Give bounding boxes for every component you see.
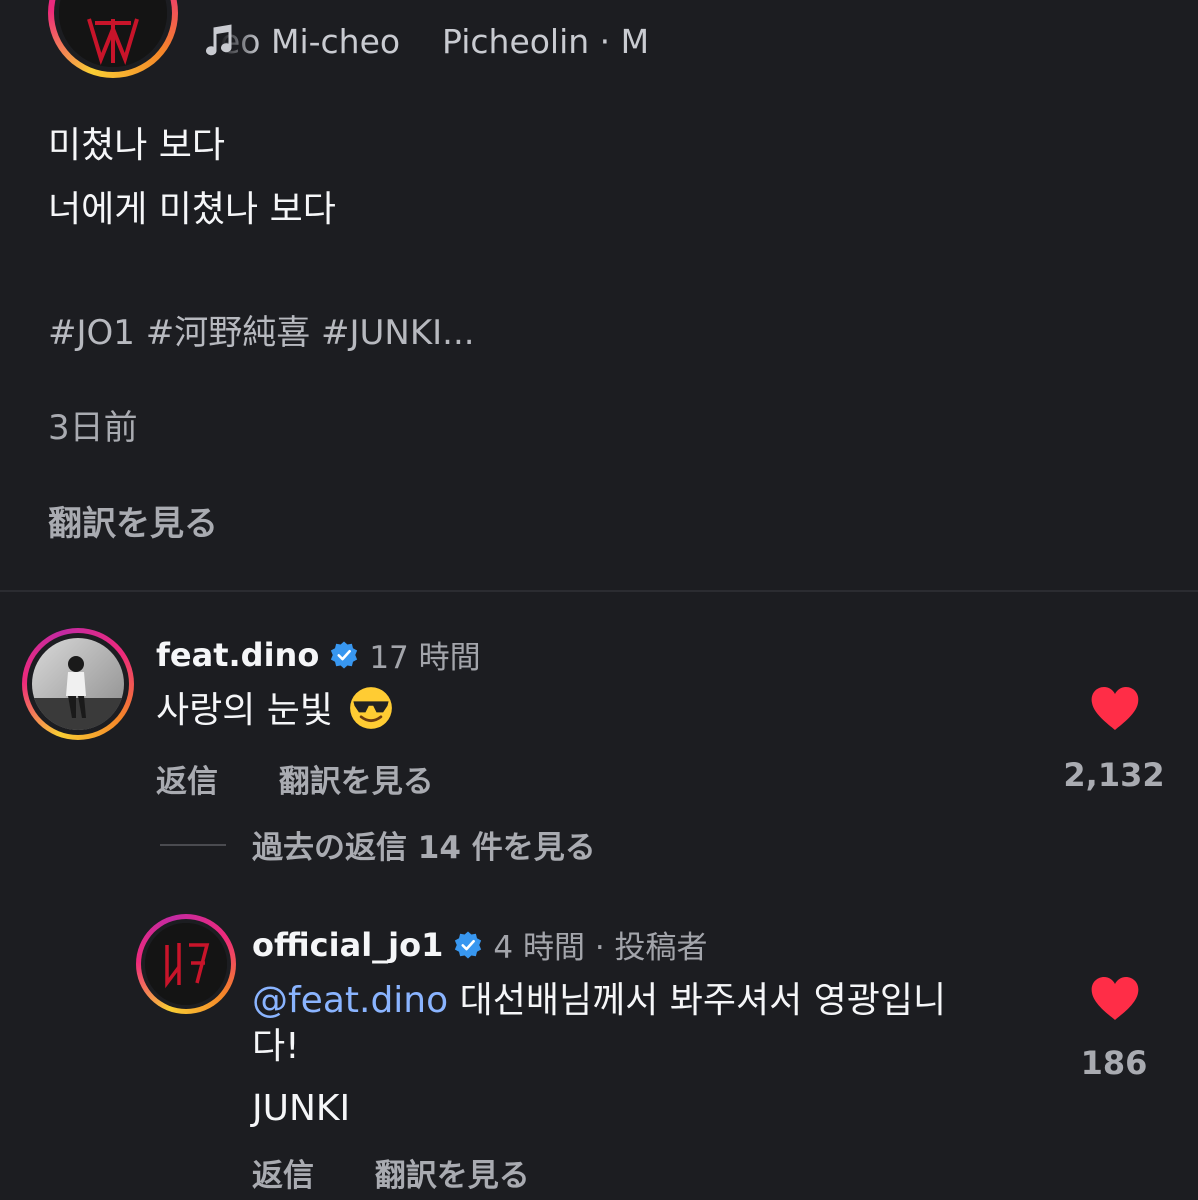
comment-text-row: 사랑의 눈빛 [156, 686, 393, 736]
reply-reply-button[interactable]: 返信 [252, 1150, 314, 1195]
caption-line-2: 너에게 미쳤나 보다 [48, 189, 336, 230]
reply-actions: 返信 翻訳を見る [252, 1150, 530, 1195]
reply-text-line-2: 다! [252, 1026, 300, 1067]
view-past-replies-button[interactable]: 過去の返信 14 件を見る [160, 822, 596, 867]
reply-text-1: 대선배님께서 봐주셔서 영광입니 [448, 980, 947, 1021]
person-photo-icon [32, 638, 124, 730]
music-track-label: eo Mi-cheo Picheolin · M [220, 21, 650, 61]
comment-actions: 返信 翻訳を見る [156, 756, 434, 801]
post-music-row[interactable]: eo Mi-cheo Picheolin · M [200, 16, 690, 66]
smiling-face-with-sunglasses-icon [349, 687, 392, 729]
jo1-logo-icon [145, 923, 227, 1005]
post-see-translation-button[interactable]: 翻訳を見る [48, 496, 218, 545]
comment-text: 사랑의 눈빛 [156, 690, 334, 731]
reply-username[interactable]: official_jo1 [252, 926, 443, 964]
post-hashtags[interactable]: #JO1 #河野純喜 #JUNKI... [48, 305, 475, 354]
reply-text-line-3: JUNKI [252, 1088, 351, 1129]
caption-line-1: 미쳤나 보다 [48, 125, 226, 166]
reply-avatar [145, 923, 227, 1005]
reply-author-row: official_jo1 4 時間 · 投稿者 [252, 922, 708, 967]
reply-see-translation-button[interactable]: 翻訳を見る [375, 1150, 530, 1195]
section-divider [0, 590, 1198, 592]
comment-like-count: 2,132 [1063, 756, 1165, 794]
heart-liked-icon[interactable] [1090, 686, 1140, 732]
view-replies-label: 過去の返信 14 件を見る [252, 830, 596, 866]
post-time-ago: 3日前 [48, 408, 138, 448]
comment-author-row: feat.dino 17 時間 [156, 632, 481, 677]
reply-button[interactable]: 返信 [156, 756, 218, 801]
see-translation-button[interactable]: 翻訳を見る [279, 756, 434, 801]
comment-time: 17 時間 [369, 640, 481, 676]
reply-like-count: 186 [1080, 1044, 1148, 1082]
comment-avatar [32, 638, 124, 730]
reply-text-line-1: @feat.dino 대선배님께서 봐주셔서 영광입니 [252, 976, 946, 1026]
reply-time: 4 時間 · 投稿者 [493, 930, 708, 966]
comment-username[interactable]: feat.dino [156, 636, 319, 674]
verified-badge-icon [455, 931, 482, 958]
reply-mention-link[interactable]: @feat.dino [252, 980, 448, 1021]
heart-liked-icon[interactable] [1090, 976, 1140, 1022]
post-author-avatar-ring[interactable] [48, 0, 178, 78]
comment-avatar-ring[interactable] [22, 628, 134, 740]
reply-avatar-ring[interactable] [136, 914, 236, 1014]
verified-badge-icon [331, 641, 358, 668]
replies-divider-line [160, 843, 226, 846]
